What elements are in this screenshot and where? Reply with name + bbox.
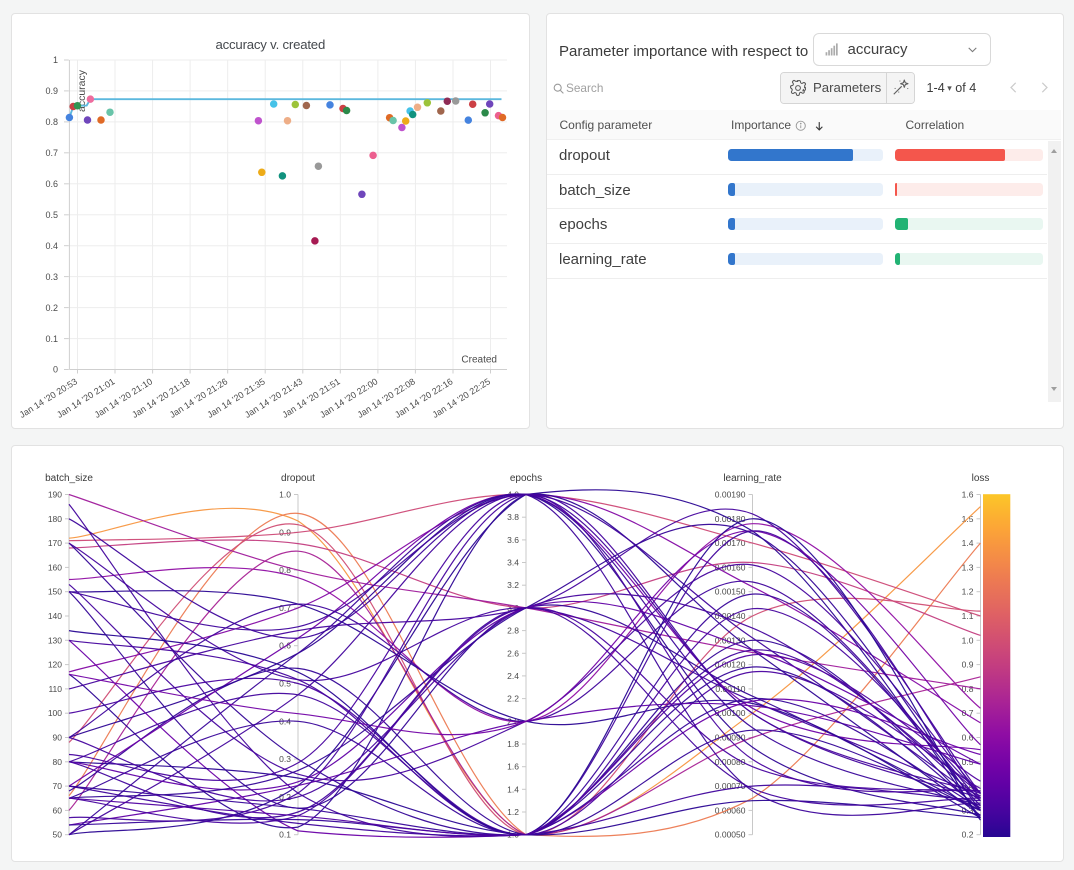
svg-text:1.2: 1.2	[962, 587, 974, 597]
svg-text:0.9: 0.9	[962, 660, 974, 670]
svg-text:loss: loss	[972, 473, 990, 484]
svg-text:60: 60	[53, 805, 63, 815]
svg-text:1.4: 1.4	[507, 784, 519, 794]
svg-text:0.8: 0.8	[45, 117, 58, 127]
svg-text:0.1: 0.1	[45, 333, 58, 343]
svg-text:100: 100	[48, 708, 62, 718]
svg-text:0.3: 0.3	[45, 271, 58, 281]
svg-text:150: 150	[48, 587, 62, 597]
svg-text:0.2: 0.2	[962, 830, 974, 840]
svg-text:0.7: 0.7	[45, 148, 58, 158]
svg-text:0.2: 0.2	[45, 302, 58, 312]
svg-text:0.9: 0.9	[45, 86, 58, 96]
svg-text:1.6: 1.6	[962, 490, 974, 500]
svg-text:190: 190	[48, 490, 62, 500]
svg-text:1.8: 1.8	[507, 739, 519, 749]
svg-text:3.8: 3.8	[507, 512, 519, 522]
svg-text:0.1: 0.1	[279, 830, 291, 840]
svg-text:2.6: 2.6	[507, 648, 519, 658]
svg-text:0.4: 0.4	[45, 240, 58, 250]
svg-text:120: 120	[48, 660, 62, 670]
svg-text:2.4: 2.4	[507, 671, 519, 681]
svg-text:0.6: 0.6	[45, 179, 58, 189]
svg-text:1.1: 1.1	[962, 611, 974, 621]
svg-text:180: 180	[48, 514, 62, 524]
svg-text:170: 170	[48, 538, 62, 548]
svg-text:Created: Created	[461, 354, 497, 365]
svg-text:0.9: 0.9	[279, 527, 291, 537]
svg-text:50: 50	[53, 830, 63, 840]
svg-text:0: 0	[53, 364, 58, 374]
svg-text:0.3: 0.3	[279, 754, 291, 764]
svg-text:0.7: 0.7	[962, 708, 974, 718]
svg-text:3.6: 3.6	[507, 535, 519, 545]
svg-text:70: 70	[53, 781, 63, 791]
svg-text:0.00190: 0.00190	[715, 490, 746, 500]
svg-text:160: 160	[48, 562, 62, 572]
svg-text:2.2: 2.2	[507, 694, 519, 704]
svg-text:140: 140	[48, 611, 62, 621]
svg-text:dropout: dropout	[281, 473, 315, 484]
svg-text:0.00050: 0.00050	[715, 830, 746, 840]
svg-text:1.2: 1.2	[507, 807, 519, 817]
svg-text:1.0: 1.0	[962, 635, 974, 645]
svg-text:110: 110	[48, 684, 62, 694]
svg-text:1.4: 1.4	[962, 538, 974, 548]
svg-text:epochs: epochs	[510, 473, 542, 484]
svg-text:90: 90	[53, 733, 63, 743]
svg-text:accuracy v. created: accuracy v. created	[216, 36, 326, 51]
svg-text:80: 80	[53, 757, 63, 767]
svg-text:0.5: 0.5	[45, 209, 58, 219]
svg-text:batch_size: batch_size	[45, 473, 93, 484]
svg-text:1.0: 1.0	[279, 490, 291, 500]
svg-text:130: 130	[48, 635, 62, 645]
svg-text:0.6: 0.6	[962, 733, 974, 743]
svg-text:3.2: 3.2	[507, 580, 519, 590]
svg-text:learning_rate: learning_rate	[723, 473, 782, 484]
svg-text:1.6: 1.6	[507, 762, 519, 772]
svg-text:2.8: 2.8	[507, 626, 519, 636]
svg-text:1: 1	[53, 55, 58, 65]
svg-text:0.00150: 0.00150	[715, 587, 746, 597]
svg-text:3.4: 3.4	[507, 558, 519, 568]
